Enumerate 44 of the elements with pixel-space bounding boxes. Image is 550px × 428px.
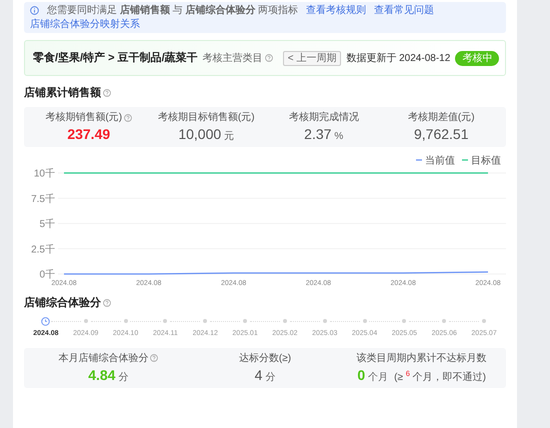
y-tick-label: 5千	[39, 218, 55, 230]
status-badge: 考核中	[455, 50, 500, 66]
stat-label: 考核期销售额(元)	[45, 110, 122, 125]
help-icon	[124, 114, 132, 122]
stat-unit: 分	[265, 370, 276, 384]
notice-link[interactable]: 查看常见问题	[374, 4, 434, 17]
stat-value: 4.84	[88, 366, 116, 384]
info-icon	[30, 6, 39, 15]
stat-label: 该类目周期内累计不达标月数	[356, 352, 487, 366]
help-icon	[264, 54, 273, 62]
legend-label: 当前值	[425, 155, 455, 166]
stat-label: 本月店铺综合体验分	[58, 352, 148, 366]
stat-note: (≥ $^{6}$ 个月，即不通过)	[394, 370, 486, 384]
stat-unit: %	[334, 130, 344, 144]
stat-unit: 个月	[368, 370, 388, 384]
category-note: 考核主营类目	[202, 52, 263, 66]
stat-value: 9,762.51	[414, 125, 468, 143]
y-tick-label: 2.5千	[31, 244, 55, 255]
stat-unit: 元	[224, 130, 234, 144]
section-title: 店铺综合体验分	[24, 296, 101, 310]
help-icon	[150, 354, 158, 362]
help-icon	[103, 298, 111, 307]
notice-link[interactable]: 查看考核规则	[306, 4, 366, 17]
category-path: 零食/坚果/特产 > 豆干制品/蔬菜干	[33, 50, 198, 66]
y-tick-label: 7.5千	[31, 193, 55, 204]
stat-value: 10,000	[178, 124, 222, 142]
stat-label: 考核期完成情况	[288, 110, 359, 124]
help-icon	[103, 89, 111, 98]
stat-value: 0	[357, 366, 366, 384]
stat-value: 2.37	[304, 124, 332, 142]
notice-link[interactable]: 店铺综合体验分映射关系	[30, 18, 140, 31]
y-tick-label: 10千	[34, 168, 55, 179]
y-tick-label: 0千	[39, 269, 55, 280]
section-title: 店铺累计销售额	[24, 86, 101, 101]
legend-label: 目标值	[471, 155, 501, 166]
stat-value: 4	[254, 366, 262, 384]
previous-period-button[interactable]: < 上一周期	[282, 50, 342, 66]
stat-value: 237.49	[67, 125, 110, 143]
stat-label: 达标分数(≥)	[238, 352, 292, 366]
notice-text: 您需要同时满足 店铺销售额 与 店铺综合体验分 两项指标	[47, 4, 298, 17]
update-time: 数据更新于 2024-08-12	[346, 52, 450, 66]
stat-unit: 分	[118, 370, 128, 384]
stat-label: 考核期目标销售额(元)	[158, 110, 255, 124]
stat-label: 考核期差值(元)	[408, 110, 475, 125]
